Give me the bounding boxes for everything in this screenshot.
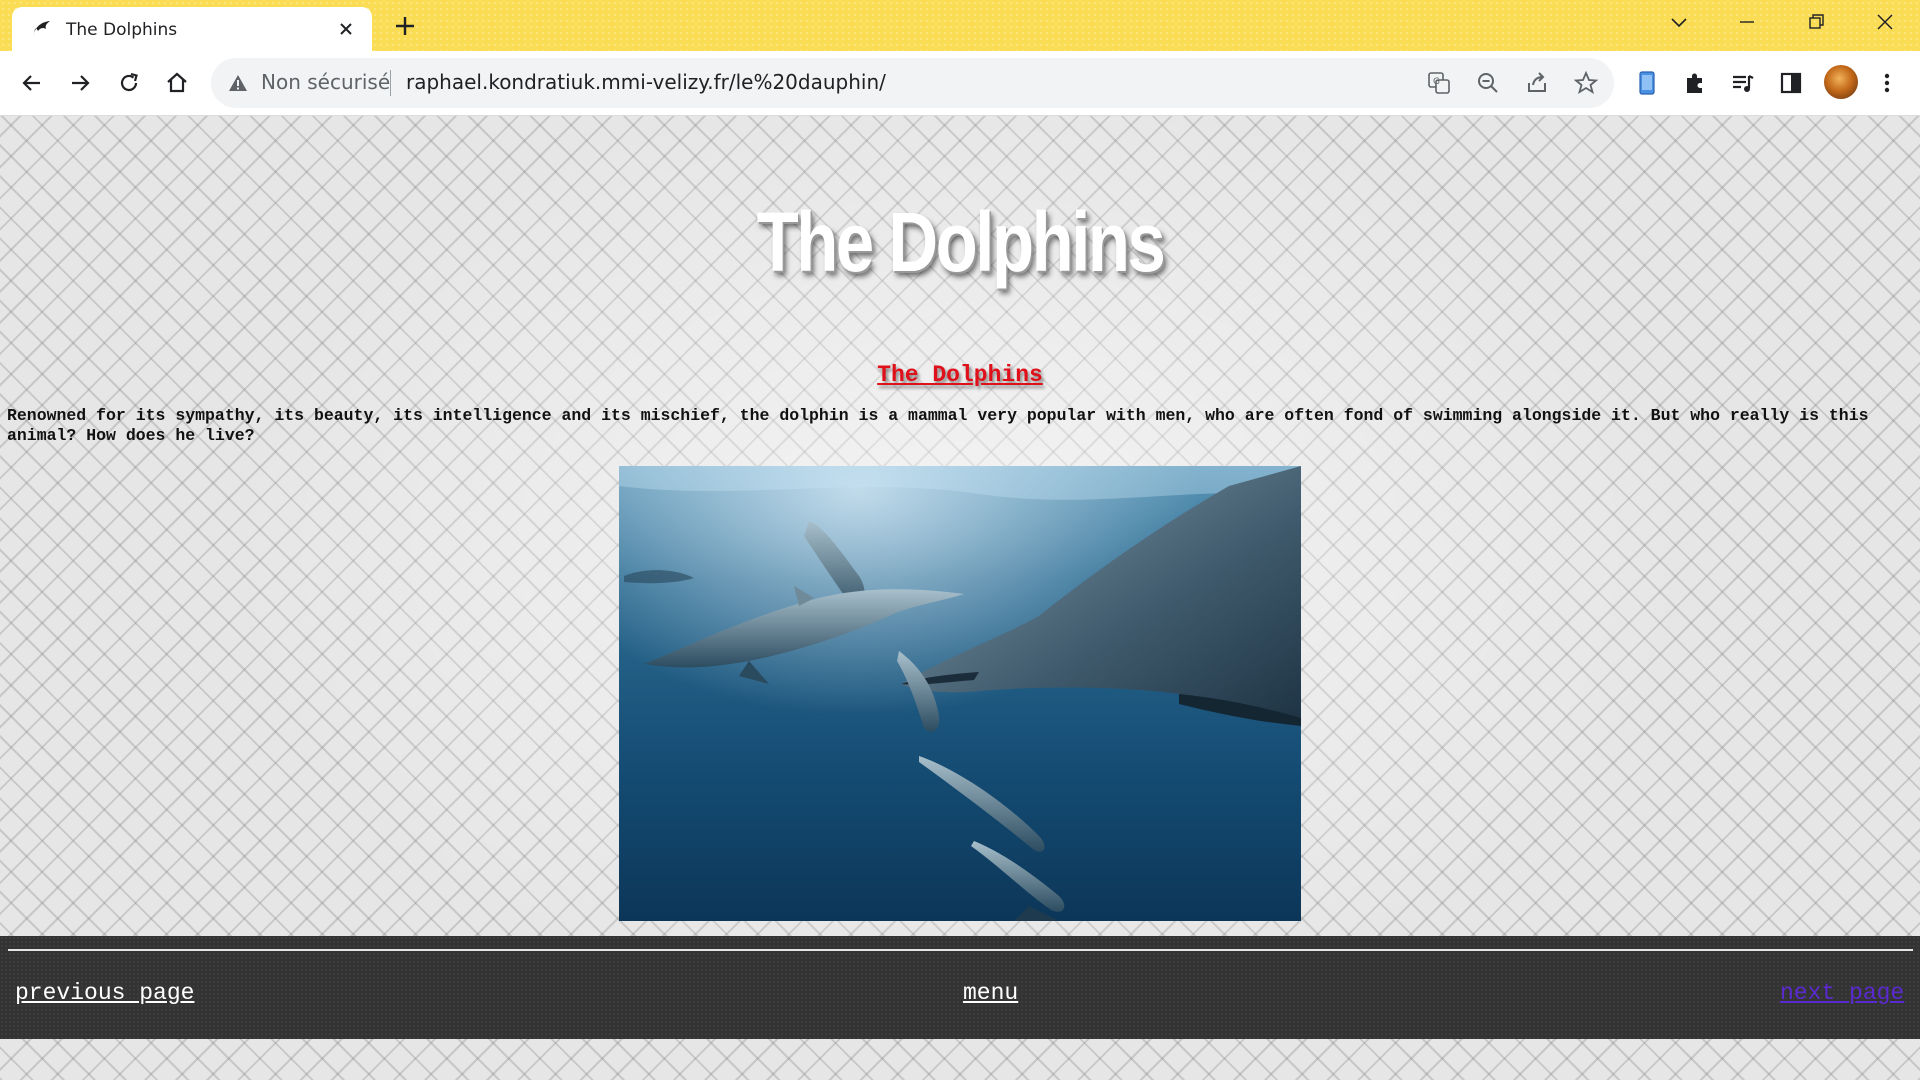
puzzle-icon[interactable] <box>1681 69 1709 97</box>
forward-arrow-icon[interactable] <box>66 69 94 97</box>
tab-title: The Dolphins <box>66 20 178 40</box>
security-status-label[interactable]: Non sécurisé <box>261 70 390 94</box>
site-logo: The Dolphins <box>756 195 1166 289</box>
translate-icon[interactable]: G <box>1426 70 1452 96</box>
media-queue-icon[interactable] <box>1729 69 1757 97</box>
home-icon[interactable] <box>163 69 191 97</box>
browser-toolbar: Non sécurisé raphael.kondratiuk.mmi-veli… <box>0 51 1920 116</box>
intro-paragraph: Renowned for its sympathy, its beauty, i… <box>7 406 1869 445</box>
star-icon[interactable] <box>1573 70 1599 96</box>
menu-link[interactable]: menu <box>963 980 1018 1006</box>
dolphins-photo <box>619 466 1301 921</box>
reload-icon[interactable] <box>115 69 143 97</box>
address-bar[interactable]: Non sécurisé raphael.kondratiuk.mmi-veli… <box>211 58 1614 108</box>
close-icon[interactable] <box>336 19 356 39</box>
dolphin-favicon-icon <box>33 21 50 36</box>
browser-titlebar: The Dolphins <box>0 0 1920 51</box>
phone-extension-icon[interactable] <box>1633 69 1661 97</box>
plus-icon[interactable] <box>392 13 418 39</box>
side-panel-icon[interactable] <box>1777 69 1805 97</box>
page-footer-nav: previous page menu next page <box>0 936 1920 1039</box>
zoom-out-icon[interactable] <box>1475 70 1501 96</box>
warning-icon[interactable] <box>227 72 249 94</box>
chevron-down-icon[interactable] <box>1664 10 1694 34</box>
browser-tab-active[interactable]: The Dolphins <box>12 7 372 51</box>
url-text[interactable]: raphael.kondratiuk.mmi-velizy.fr/le%20da… <box>406 70 886 94</box>
share-icon[interactable] <box>1524 70 1550 96</box>
footer-divider <box>8 949 1913 951</box>
kebab-menu-icon[interactable] <box>1873 69 1901 97</box>
next-page-link[interactable]: next page <box>1780 980 1904 1006</box>
back-arrow-icon[interactable] <box>18 69 46 97</box>
page-heading: The Dolphins <box>877 362 1043 388</box>
minimize-icon[interactable] <box>1732 10 1762 34</box>
window-close-icon[interactable] <box>1870 10 1900 34</box>
page-viewport: The Dolphins The Dolphins Renowned for i… <box>0 116 1920 1080</box>
profile-avatar[interactable] <box>1824 65 1858 99</box>
svg-text:G: G <box>1433 77 1440 87</box>
address-divider <box>390 70 391 96</box>
previous-page-link[interactable]: previous page <box>15 980 194 1006</box>
restore-icon[interactable] <box>1801 10 1831 34</box>
